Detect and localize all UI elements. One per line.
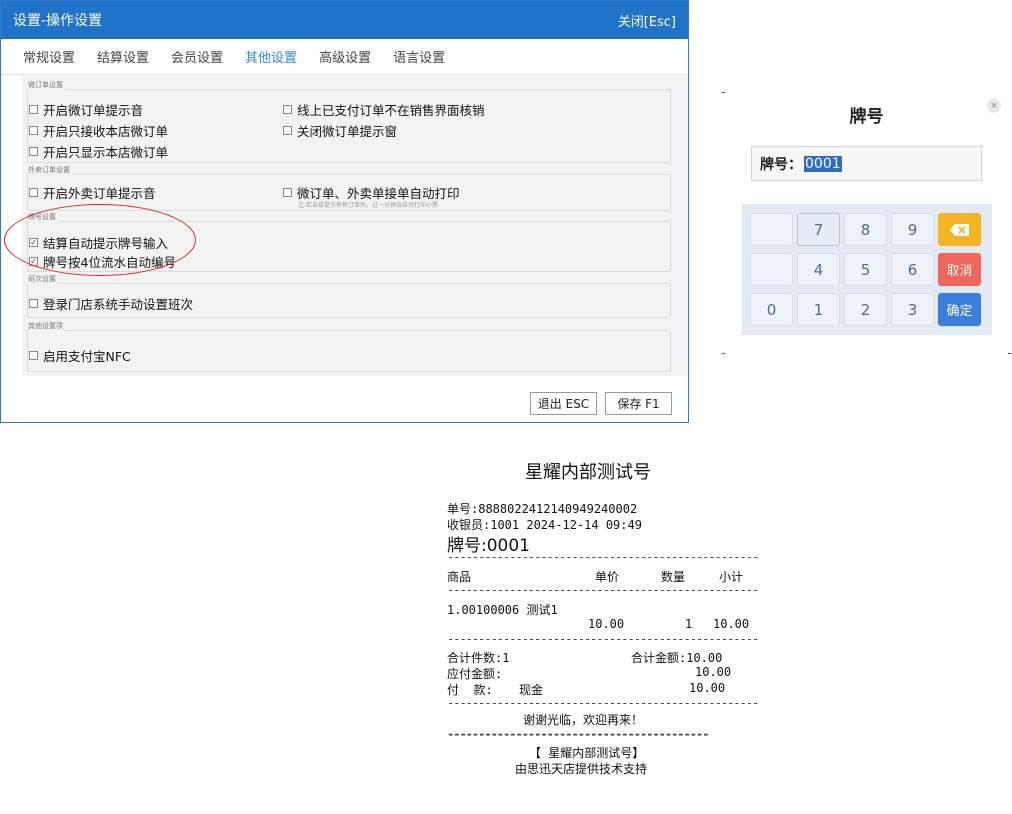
backspace-icon: [949, 223, 969, 236]
highlight-circle: [4, 204, 196, 276]
key-0[interactable]: 0: [750, 293, 793, 326]
corner-mark: [722, 353, 725, 354]
option-manual-shift[interactable]: 登录门店系统手动设置班次: [29, 294, 193, 313]
exit-button[interactable]: 退出 ESC: [530, 392, 597, 415]
auto-print-hint: 注:若自接提示有新订单后，过一分钟会自动打印小票: [298, 202, 439, 209]
close-icon[interactable]: ×: [987, 99, 1001, 113]
receipt-divider: ----------------------------------------…: [447, 583, 759, 597]
checkbox[interactable]: [29, 105, 38, 114]
corner-mark: [1008, 353, 1011, 354]
receipt-divider: ----------------------------------------…: [447, 550, 759, 564]
tab-language[interactable]: 语言设置: [393, 47, 445, 66]
option-takeout-sound[interactable]: 开启外卖订单提示音: [29, 183, 156, 202]
key-8[interactable]: 8: [844, 213, 887, 246]
save-button[interactable]: 保存 F1: [605, 392, 672, 415]
option-label: 开启只接收本店微订单: [43, 124, 169, 139]
checkbox[interactable]: [283, 126, 292, 135]
option-alipay-nfc[interactable]: 启用支付宝NFC: [29, 346, 131, 365]
confirm-key[interactable]: 确定: [938, 293, 981, 326]
checkbox[interactable]: [29, 188, 38, 197]
option-label: 开启外卖订单提示音: [43, 186, 156, 201]
group-micro-order: 微订单设置 开启微订单提示音 线上已支付订单不在销售界面核销 开启只接收本店微订…: [27, 80, 671, 163]
receipt-total-count: 合计件数:1: [447, 651, 510, 665]
plate-field-label: 牌号：: [760, 156, 802, 173]
receipt-divider-heavy: ----------------------------------------…: [447, 727, 709, 741]
receipt-payable-label: 应付金额:: [447, 667, 503, 681]
cancel-key[interactable]: 取消: [938, 253, 981, 286]
option-label: 登录门店系统手动设置班次: [43, 297, 194, 312]
group-label-micro-order: 微订单设置: [28, 80, 65, 90]
plate-field-value: 0001: [804, 155, 842, 172]
option-online-paid-no-verify[interactable]: 线上已支付订单不在销售界面核销: [283, 100, 485, 119]
plate-number-input[interactable]: 牌号： 0001: [751, 146, 982, 181]
receipt-thanks: 谢谢光临，欢迎再来！: [523, 713, 644, 727]
tab-checkout[interactable]: 结算设置: [97, 47, 149, 66]
key-9[interactable]: 9: [891, 213, 934, 246]
group-shift: 班次设置 登录门店系统手动设置班次: [27, 274, 671, 318]
receipt-payable-value: 10.00: [695, 665, 732, 679]
group-other: 其他设置项 启用支付宝NFC: [27, 321, 671, 372]
receipt-payment-value: 10.00: [689, 681, 726, 695]
checkbox[interactable]: [29, 147, 38, 156]
corner-mark: [722, 92, 725, 93]
group-label-takeout: 外卖订单设置: [28, 165, 72, 175]
receipt-footer-store: 【 星耀内部测试号】: [529, 746, 645, 760]
tab-other[interactable]: 其他设置: [245, 47, 297, 66]
key-3[interactable]: 3: [891, 293, 934, 326]
checkbox[interactable]: [29, 351, 38, 360]
tab-general[interactable]: 常规设置: [23, 47, 75, 66]
key-4[interactable]: 4: [797, 253, 840, 286]
plate-number-dialog: 牌号 × 牌号： 0001 7 8 9 4 5 6 取消 0 1 2 3 确定: [722, 92, 1011, 354]
receipt-item-qty: 1: [685, 617, 693, 631]
close-button[interactable]: 关闭[Esc]: [618, 11, 676, 30]
key-6[interactable]: 6: [891, 253, 934, 286]
tab-advanced[interactable]: 高级设置: [319, 47, 371, 66]
option-micro-order-sound[interactable]: 开启微订单提示音: [29, 100, 143, 119]
option-label: 线上已支付订单不在销售界面核销: [297, 103, 485, 118]
tab-member[interactable]: 会员设置: [171, 47, 223, 66]
receipt-item-subtotal: 10.00: [713, 617, 750, 631]
key-2[interactable]: 2: [844, 293, 887, 326]
key-blank[interactable]: [750, 253, 793, 286]
group-label-shift: 班次设置: [28, 274, 58, 284]
option-close-popup[interactable]: 关闭微订单提示窗: [283, 121, 397, 140]
settings-dialog: 设置-操作设置 关闭[Esc] 常规设置 结算设置 会员设置 其他设置 高级设置…: [0, 0, 689, 423]
receipt-store-name: 星耀内部测试号: [525, 462, 651, 483]
group-label-other: 其他设置项: [28, 321, 65, 331]
option-label: 关闭微订单提示窗: [297, 124, 398, 139]
numeric-keypad: 7 8 9 4 5 6 取消 0 1 2 3 确定: [742, 204, 992, 335]
receipt-order-no: 单号:8888022412140949240002: [447, 502, 638, 516]
settings-tabs: 常规设置 结算设置 会员设置 其他设置 高级设置 语言设置: [1, 39, 688, 75]
key-blank[interactable]: [750, 213, 793, 246]
receipt-item-price: 10.00: [588, 617, 625, 631]
dialog-title: 设置-操作设置: [13, 13, 103, 29]
checkbox[interactable]: [29, 126, 38, 135]
option-receive-own-store[interactable]: 开启只接收本店微订单: [29, 121, 168, 140]
option-label: 启用支付宝NFC: [43, 349, 131, 364]
checkbox[interactable]: [283, 188, 292, 197]
receipt-footer-support: 由思迅天店提供技术支持: [515, 762, 648, 776]
receipt-divider: ----------------------------------------…: [447, 632, 759, 646]
receipt-item-name: 1.00100006 测试1: [447, 603, 558, 617]
key-5[interactable]: 5: [844, 253, 887, 286]
checkbox[interactable]: [29, 299, 38, 308]
option-show-own-store[interactable]: 开启只显示本店微订单: [29, 142, 168, 161]
checkbox[interactable]: [283, 105, 292, 114]
key-7[interactable]: 7: [797, 213, 840, 246]
key-1[interactable]: 1: [797, 293, 840, 326]
option-label: 开启微订单提示音: [43, 103, 144, 118]
dialog-title-bar: 设置-操作设置 关闭[Esc]: [1, 1, 688, 39]
backspace-key[interactable]: [938, 213, 981, 246]
receipt-total-amount: 合计金额:10.00: [631, 651, 723, 665]
receipt-divider: ----------------------------------------…: [447, 696, 759, 710]
keypad-title: 牌号: [849, 107, 884, 127]
option-label: 开启只显示本店微订单: [43, 145, 169, 160]
